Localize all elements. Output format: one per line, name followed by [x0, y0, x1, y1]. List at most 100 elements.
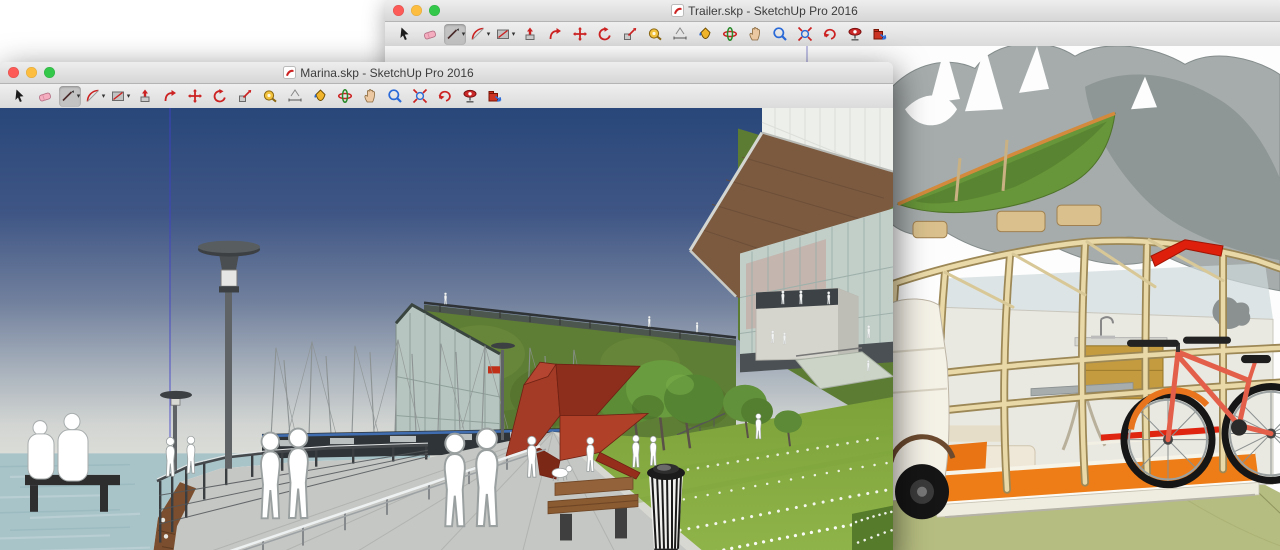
sketchup-doc-icon [283, 66, 296, 79]
tool-rotate-button[interactable] [209, 86, 231, 107]
pan-icon [747, 26, 763, 42]
tool-zoom-button[interactable] [769, 24, 791, 45]
titlebar-trailer[interactable]: Trailer.skp - SketchUp Pro 2016 [385, 0, 1280, 22]
tool-pan-button[interactable] [359, 86, 381, 107]
look_around-icon [847, 26, 863, 42]
tool-dimension-button[interactable] [284, 86, 306, 107]
window-title-marina: Marina.skp - SketchUp Pro 2016 [0, 66, 757, 80]
tool-previous-button[interactable] [434, 86, 456, 107]
rectangle-icon [495, 26, 511, 42]
tool-previous-button[interactable] [819, 24, 841, 45]
scale-icon [622, 26, 638, 42]
dropdown-caret-icon[interactable]: ▾ [127, 93, 131, 100]
tool-tape-button[interactable] [259, 86, 281, 107]
tool-look_around-button[interactable] [844, 24, 866, 45]
tool-arc-button[interactable]: ▾ [469, 24, 491, 45]
dropdown-caret-icon[interactable]: ▾ [487, 31, 491, 38]
zoom-button[interactable] [429, 5, 440, 16]
desktop: Trailer.skp - SketchUp Pro 2016 ▾ ▾ ▾ [0, 0, 1280, 550]
handlebar-left [1127, 340, 1179, 347]
zoom_extents-icon [412, 88, 428, 104]
followme-icon [547, 26, 563, 42]
line-icon [445, 26, 461, 42]
tool-rotate-button[interactable] [594, 24, 616, 45]
tool-look_around-button[interactable] [459, 86, 481, 107]
eraser-icon [422, 26, 438, 42]
tool-orbit-button[interactable] [334, 86, 356, 107]
zoom_extents-icon [797, 26, 813, 42]
pushpull-icon [522, 26, 538, 42]
close-button[interactable] [393, 5, 404, 16]
tool-scale-button[interactable] [234, 86, 256, 107]
dropdown-caret-icon[interactable]: ▾ [77, 93, 81, 100]
select-icon [12, 88, 28, 104]
tape-icon [262, 88, 278, 104]
tool-select-button[interactable] [394, 24, 416, 45]
tool-zoom_extents-button[interactable] [409, 86, 431, 107]
tool-move-button[interactable] [184, 86, 206, 107]
dropdown-caret-icon[interactable]: ▾ [512, 31, 516, 38]
dimension-icon [672, 26, 688, 42]
followme-icon [162, 88, 178, 104]
scale-icon [237, 88, 253, 104]
tool-rectangle-button[interactable]: ▾ [109, 86, 131, 107]
line-icon [60, 88, 76, 104]
dimension-icon [287, 88, 303, 104]
tool-paint-button[interactable] [309, 86, 331, 107]
tool-followme-button[interactable] [544, 24, 566, 45]
arc-icon [470, 26, 486, 42]
handlebar-right [1183, 337, 1231, 344]
titlebar-marina[interactable]: Marina.skp - SketchUp Pro 2016 [0, 62, 893, 84]
tool-pushpull-button[interactable] [134, 86, 156, 107]
window-controls [393, 0, 440, 21]
tool-pushpull-button[interactable] [519, 24, 541, 45]
tool-get_models-button[interactable] [484, 86, 506, 107]
look_around-icon [462, 88, 478, 104]
tool-zoom_extents-button[interactable] [794, 24, 816, 45]
zoom-icon [387, 88, 403, 104]
orbit-icon [337, 88, 353, 104]
tool-eraser-button[interactable] [34, 86, 56, 107]
tool-arc-button[interactable]: ▾ [84, 86, 106, 107]
get_models-icon [872, 26, 888, 42]
orbit-icon [722, 26, 738, 42]
tool-orbit-button[interactable] [719, 24, 741, 45]
tool-paint-button[interactable] [694, 24, 716, 45]
tool-select-button[interactable] [9, 86, 31, 107]
viewport-marina-3d[interactable] [0, 108, 893, 550]
tool-zoom-button[interactable] [384, 86, 406, 107]
eraser-icon [37, 88, 53, 104]
tool-line-button[interactable]: ▾ [444, 24, 466, 45]
dropdown-caret-icon[interactable]: ▾ [462, 31, 466, 38]
move-icon [187, 88, 203, 104]
paint-icon [697, 26, 713, 42]
tool-move-button[interactable] [569, 24, 591, 45]
tool-eraser-button[interactable] [419, 24, 441, 45]
tool-rectangle-button[interactable]: ▾ [494, 24, 516, 45]
arc-icon [85, 88, 101, 104]
previous-icon [822, 26, 838, 42]
minimize-button[interactable] [411, 5, 422, 16]
get_models-icon [487, 88, 503, 104]
zoom-icon [772, 26, 788, 42]
minimize-button[interactable] [26, 67, 37, 78]
tool-line-button[interactable]: ▾ [59, 86, 81, 107]
rectangle-icon [110, 88, 126, 104]
tool-pan-button[interactable] [744, 24, 766, 45]
zoom-button[interactable] [44, 67, 55, 78]
marina-scene [0, 108, 893, 550]
sketchup-doc-icon [671, 4, 684, 17]
toolbar-trailer: ▾ ▾ ▾ [385, 22, 1280, 47]
dropdown-caret-icon[interactable]: ▾ [102, 93, 106, 100]
tool-followme-button[interactable] [159, 86, 181, 107]
paint-icon [312, 88, 328, 104]
close-button[interactable] [8, 67, 19, 78]
window-marina[interactable]: Marina.skp - SketchUp Pro 2016 ▾ ▾ ▾ [0, 62, 893, 550]
rotate-icon [212, 88, 228, 104]
tool-tape-button[interactable] [644, 24, 666, 45]
tool-dimension-button[interactable] [669, 24, 691, 45]
tool-get_models-button[interactable] [869, 24, 891, 45]
rotate-icon [597, 26, 613, 42]
tool-scale-button[interactable] [619, 24, 641, 45]
toolbar-marina: ▾ ▾ ▾ [0, 84, 893, 109]
